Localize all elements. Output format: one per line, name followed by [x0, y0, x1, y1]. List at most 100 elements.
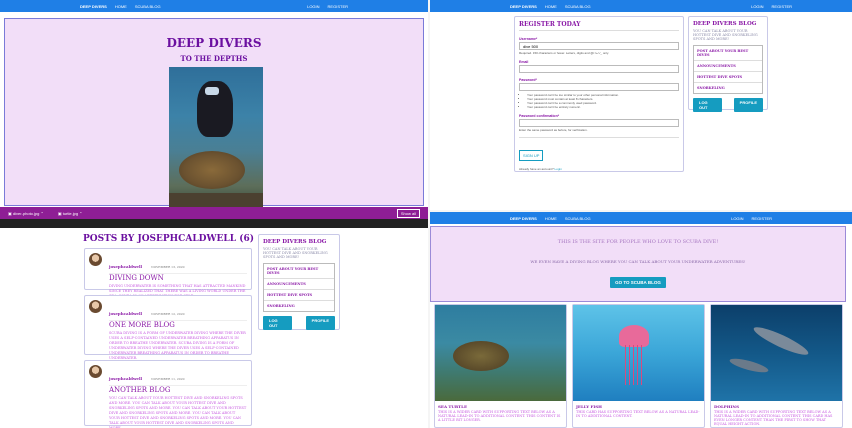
sidebar-link[interactable]: Hottest Dive Spots	[694, 72, 762, 83]
password-rule: Your password can't be entirely numeric.	[527, 105, 679, 109]
dolphin-shape	[751, 322, 811, 360]
username-input[interactable]: dive 500	[519, 42, 679, 50]
window-bottom-strip	[0, 219, 428, 228]
sidebar-title: Deep Divers Blog	[263, 239, 327, 245]
dolphins-image	[711, 305, 842, 401]
hero-jumbotron: This is the site for people who love to …	[430, 226, 846, 302]
username-help: Required. 150 characters or fewer. Lette…	[519, 51, 609, 55]
sidebar-link[interactable]: Post about your best dives	[264, 264, 334, 279]
post-card: josephcaldwell November 11, 2020 Another…	[84, 360, 252, 428]
nav-home-link[interactable]: Home	[115, 4, 127, 9]
post-body: Scuba diving is a form of underwater div…	[109, 331, 246, 360]
nav-scuba-blog-link[interactable]: Scuba Blog	[135, 4, 161, 9]
sidebar-text: You can talk about your hottest dive and…	[263, 247, 328, 259]
logout-button[interactable]: Log Out	[693, 98, 722, 112]
post-date: November 13, 2020	[151, 265, 185, 269]
blog-sidebar: Deep Divers Blog You can talk about your…	[258, 234, 340, 330]
profile-button[interactable]: Profile	[733, 98, 763, 112]
login-prompt: Already have an account? Login	[519, 167, 562, 171]
sidebar-text: You can talk about your hottest dive and…	[693, 29, 758, 41]
posts-header: Posts by josephcaldwell (6)	[83, 234, 254, 244]
coral-floor	[169, 193, 263, 207]
post-card: josephcaldwell November 12, 2020 One Mor…	[84, 295, 252, 360]
show-all-button[interactable]: Show all	[396, 208, 420, 218]
nav-scuba-blog-link[interactable]: Scuba Blog	[565, 4, 591, 9]
confirm-password-input[interactable]	[519, 119, 679, 127]
diver-photo	[169, 67, 263, 207]
post-title[interactable]: One More Blog	[109, 320, 247, 329]
sidebar-link[interactable]: Snorkeling	[694, 83, 762, 93]
navbar: Deep Divers Home Scuba Blog Login Regist…	[430, 0, 852, 12]
post-author[interactable]: josephcaldwell	[109, 264, 142, 269]
download-bar: ▣ diver-photo.jpg ⌃ ▣ turtle.jpg ⌃ Show …	[0, 207, 428, 219]
post-author[interactable]: josephcaldwell	[109, 376, 142, 381]
navbar: Deep Divers Home Scuba Blog Login Regist…	[0, 0, 428, 12]
dolphin-shape	[728, 355, 770, 376]
card-text: This is a wider card with supporting tex…	[438, 410, 561, 422]
author-avatar	[89, 300, 102, 313]
sidebar-link[interactable]: Announcements	[264, 279, 334, 290]
user-posts-window: Posts by josephcaldwell (6) josephcaldwe…	[0, 228, 428, 428]
nav-register-link[interactable]: Register	[328, 4, 348, 9]
site-title: Deep Divers	[166, 36, 262, 50]
nav-login-link[interactable]: Login	[731, 216, 743, 221]
email-input[interactable]	[519, 65, 679, 73]
card-text: This card has supporting text below as a…	[576, 410, 700, 418]
password-rules: Your password can't be too similar to yo…	[527, 93, 679, 109]
card-title: Dolphins	[714, 404, 739, 409]
nav-home-link[interactable]: Home	[545, 216, 557, 221]
nav-login-link[interactable]: Login	[751, 4, 763, 9]
card-title: Jelly Fish	[576, 404, 602, 409]
jellyfish-tentacles	[625, 345, 643, 385]
post-body: You can talk about your hottest dive and…	[109, 396, 247, 428]
email-label: Email	[519, 60, 529, 64]
author-avatar	[89, 365, 102, 378]
brand-link[interactable]: Deep Divers	[510, 216, 537, 221]
turtle-shape	[453, 341, 509, 371]
jellyfish-image	[573, 305, 704, 401]
sidebar-link[interactable]: Snorkeling	[264, 301, 334, 311]
nav-register-link[interactable]: Register	[752, 216, 772, 221]
confirm-help: Enter the same password as before, for v…	[519, 128, 588, 132]
sidebar-link[interactable]: Hottest Dive Spots	[264, 290, 334, 301]
sidebar-title: Deep Divers Blog	[693, 21, 757, 27]
register-form-card: Register Today Username* dive 500 Requir…	[514, 16, 684, 172]
sidebar-link[interactable]: Post about your best dives	[694, 46, 762, 61]
post-date: November 11, 2020	[151, 377, 185, 381]
sidebar-link[interactable]: Announcements	[694, 61, 762, 72]
landing-page-window: Deep Divers Home Scuba Blog Login Regist…	[430, 212, 852, 428]
login-link[interactable]: Login	[555, 167, 562, 171]
download-item-2[interactable]: ▣ turtle.jpg ⌃	[58, 211, 83, 216]
brand-link[interactable]: Deep Divers	[510, 4, 537, 9]
sidebar-links: Post about your best dives Announcements…	[263, 263, 335, 312]
password-label: Password*	[519, 78, 537, 82]
brand-link[interactable]: Deep Divers	[80, 4, 107, 9]
download-item-1[interactable]: ▣ diver-photo.jpg ⌃	[8, 211, 44, 216]
password-input[interactable]	[519, 83, 679, 91]
post-title[interactable]: Another Blog	[109, 385, 247, 394]
card-dolphins: Dolphins This is a wider card with suppo…	[710, 304, 843, 428]
form-title: Register Today	[519, 21, 679, 31]
nav-login-link[interactable]: Login	[307, 4, 319, 9]
signup-button[interactable]: Sign Up	[519, 150, 544, 161]
post-title[interactable]: Diving Down	[109, 273, 247, 282]
profile-button[interactable]: Profile	[305, 316, 335, 330]
navbar: Deep Divers Home Scuba Blog Login Regist…	[430, 212, 852, 224]
nav-register-link[interactable]: Register	[772, 4, 792, 9]
card-text: This is a wider card with supporting tex…	[714, 410, 833, 426]
post-author[interactable]: josephcaldwell	[109, 311, 142, 316]
confirm-label: Password confirmation*	[519, 114, 560, 118]
hero-title: This is the site for people who love to …	[557, 239, 719, 245]
nav-scuba-blog-link[interactable]: Scuba Blog	[565, 216, 591, 221]
post-date: November 12, 2020	[151, 312, 185, 316]
logout-button[interactable]: Log Out	[263, 316, 292, 330]
card-title: Sea Turtle	[438, 404, 467, 409]
nav-home-link[interactable]: Home	[545, 4, 557, 9]
hero-text: We even have a diving blog where you can…	[530, 259, 746, 264]
jellyfish-bell	[619, 325, 649, 347]
sea-turtle-image	[435, 305, 566, 401]
card-jelly-fish: Jelly Fish This card has supporting text…	[572, 304, 705, 428]
author-avatar	[89, 253, 102, 266]
post-card: josephcaldwell November 13, 2020 Diving …	[84, 248, 252, 298]
go-to-blog-button[interactable]: Go to Scuba Blog	[610, 277, 666, 288]
